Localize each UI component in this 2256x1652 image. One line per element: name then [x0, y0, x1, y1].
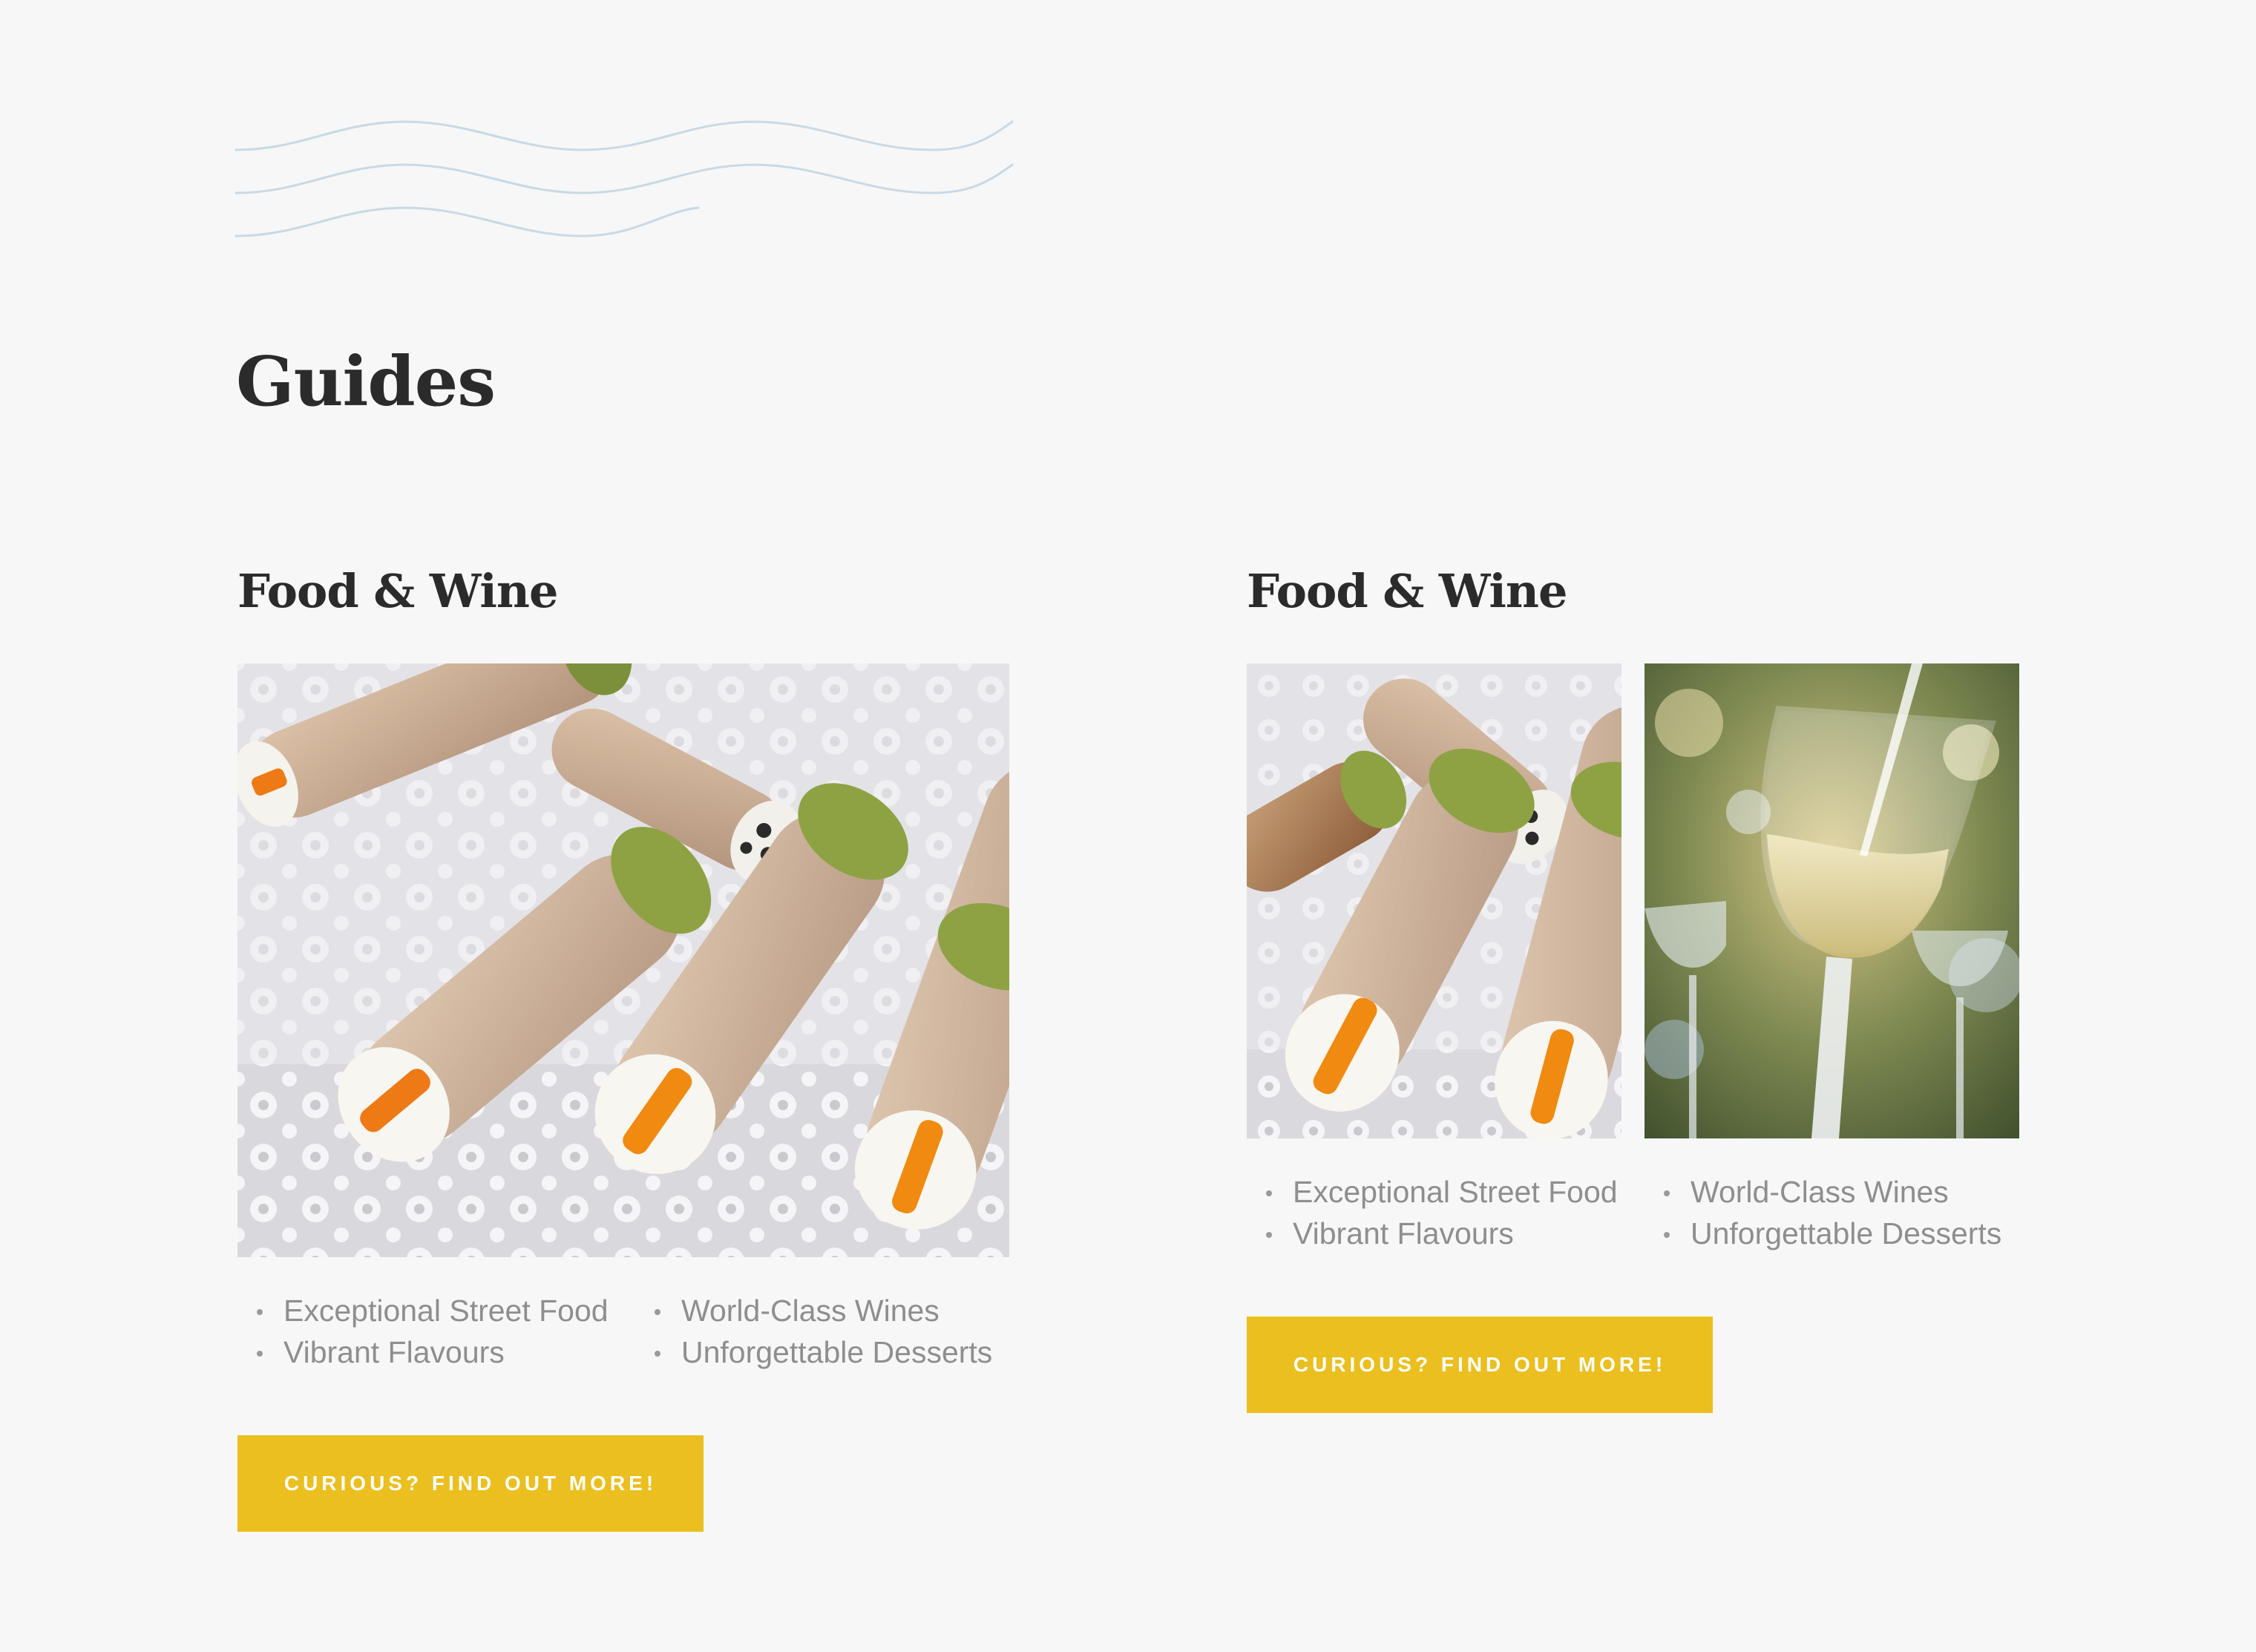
- cannoli-photo[interactable]: [1247, 663, 1622, 1138]
- feature-list: Exceptional Street Food World-Class Wine…: [237, 1290, 1021, 1373]
- card-title[interactable]: Food & Wine: [1247, 568, 1567, 614]
- card-title[interactable]: Food & Wine: [237, 568, 558, 614]
- feature-item: Vibrant Flavours: [237, 1331, 635, 1373]
- feature-item: World-Class Wines: [635, 1290, 1021, 1331]
- page-title: Guides: [236, 341, 496, 422]
- feature-item: Vibrant Flavours: [1247, 1213, 1645, 1254]
- wine-glass-photo[interactable]: [1645, 663, 2019, 1138]
- wave-lines-icon: [235, 120, 1014, 237]
- feature-list: Exceptional Street Food World-Class Wine…: [1247, 1171, 2016, 1254]
- feature-item: Unforgettable Desserts: [1645, 1213, 2016, 1254]
- feature-item: Exceptional Street Food: [237, 1290, 635, 1331]
- feature-item: World-Class Wines: [1645, 1171, 2016, 1213]
- feature-item: Exceptional Street Food: [1247, 1171, 1645, 1213]
- cannoli-photo[interactable]: [237, 663, 1009, 1257]
- find-out-more-button[interactable]: CURIOUS? FIND OUT MORE!: [237, 1435, 704, 1532]
- feature-item: Unforgettable Desserts: [635, 1331, 1021, 1373]
- find-out-more-button[interactable]: CURIOUS? FIND OUT MORE!: [1247, 1317, 1713, 1413]
